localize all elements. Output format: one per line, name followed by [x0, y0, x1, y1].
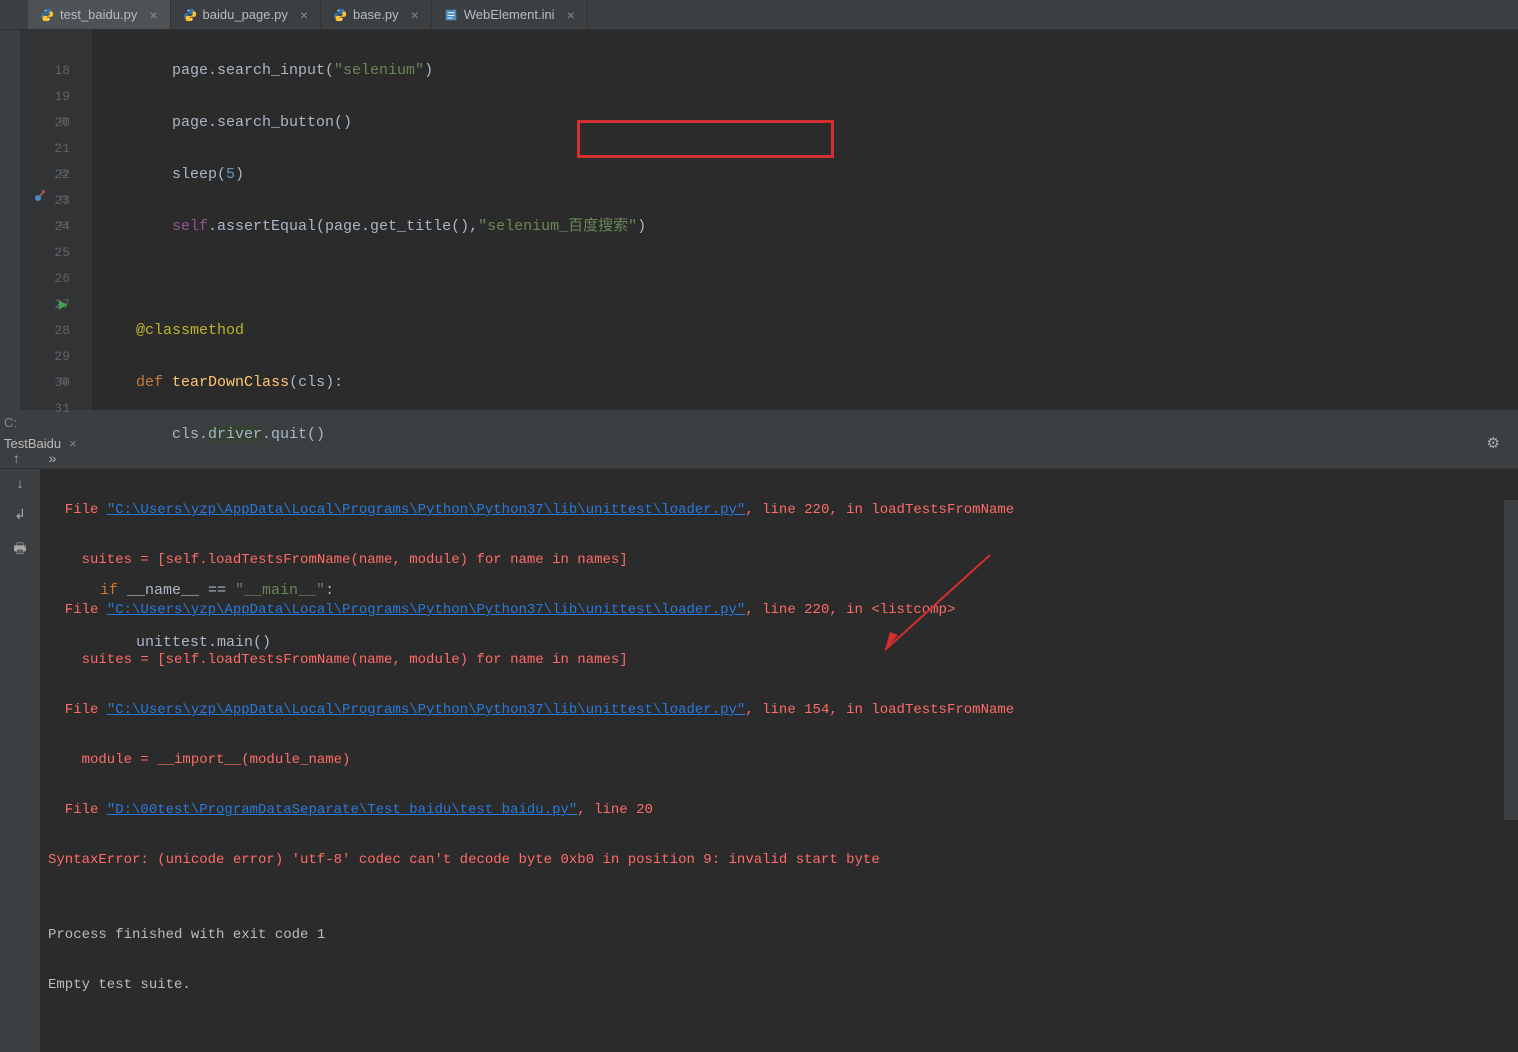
tab-test-baidu[interactable]: test_baidu.py ×	[28, 0, 171, 29]
close-icon[interactable]: ×	[300, 7, 308, 23]
tab-label: WebElement.ini	[464, 7, 555, 22]
code-line[interactable]	[100, 474, 1518, 500]
line-number: 19	[20, 84, 70, 110]
line-gutter[interactable]: 18 19 20⊟ 21 22⊟ 23⊟ 24⊟ 25 26 27▶ 28 29…	[20, 30, 92, 410]
line-number: 18	[20, 58, 70, 84]
close-icon[interactable]: ×	[567, 7, 575, 23]
code-line[interactable]: self.assertEqual(page.get_title(),"selen…	[100, 214, 1518, 240]
tab-label: test_baidu.py	[60, 7, 137, 22]
line-number	[20, 32, 70, 58]
code-line[interactable]: if __name__ == "__main__":	[100, 578, 1518, 604]
override-icon[interactable]	[34, 188, 48, 214]
close-icon[interactable]: ×	[411, 7, 419, 23]
console-line: Empty test suite.	[48, 973, 1510, 998]
python-icon	[40, 8, 54, 22]
close-icon[interactable]: ×	[149, 7, 157, 23]
line-number: 31	[20, 396, 70, 422]
editor-area: 18 19 20⊟ 21 22⊟ 23⊟ 24⊟ 25 26 27▶ 28 29…	[0, 30, 1518, 410]
line-number: 28	[20, 318, 70, 344]
editor-tabs: test_baidu.py × baidu_page.py × base.py …	[0, 0, 1518, 30]
fold-icon[interactable]: ⊟	[60, 110, 68, 136]
code-line[interactable]: def tearDownClass(cls):	[100, 370, 1518, 396]
code-line[interactable]: @classmethod	[100, 318, 1518, 344]
code-line[interactable]: cls.driver.quit()	[100, 422, 1518, 448]
tab-baidu-page[interactable]: baidu_page.py ×	[171, 0, 322, 29]
line-number: 24⊟	[20, 214, 70, 240]
up-arrow-icon[interactable]: ↑	[12, 452, 20, 468]
python-icon	[183, 8, 197, 22]
line-number: 20⊟	[20, 110, 70, 136]
line-number: 21	[20, 136, 70, 162]
tab-label: baidu_page.py	[203, 7, 288, 22]
code-line[interactable]	[100, 786, 1518, 812]
left-gutter	[0, 30, 20, 410]
print-icon[interactable]: 🖶	[13, 538, 26, 562]
code-line[interactable]	[100, 526, 1518, 552]
soft-wrap-icon[interactable]: ↲	[14, 507, 26, 524]
close-icon[interactable]: ×	[69, 436, 77, 451]
run-gutter-icon[interactable]: ▶	[59, 292, 68, 318]
fold-icon[interactable]: ⊟	[60, 188, 68, 214]
scroll-down-icon[interactable]: ↓	[16, 477, 24, 493]
line-number: 23⊟	[20, 188, 70, 214]
tab-base[interactable]: base.py ×	[321, 0, 432, 29]
more-icon[interactable]: »	[48, 452, 56, 468]
python-icon	[333, 8, 347, 22]
code-line[interactable]	[100, 682, 1518, 708]
scrollbar[interactable]	[1504, 500, 1518, 820]
ini-icon	[444, 8, 458, 22]
console-line: Process finished with exit code 1	[48, 923, 1510, 948]
line-number: 22⊟	[20, 162, 70, 188]
code-line[interactable]: sleep(5)	[100, 162, 1518, 188]
line-number: 26	[20, 266, 70, 292]
tab-label: base.py	[353, 7, 399, 22]
fold-icon[interactable]: ⊟	[60, 214, 68, 240]
code-line[interactable]: page.search_button()	[100, 110, 1518, 136]
code-line[interactable]	[100, 266, 1518, 292]
console-left-toolbar: ↓ ↲ 🖶	[0, 469, 40, 1052]
line-number: 25	[20, 240, 70, 266]
console-line: SyntaxError: (unicode error) 'utf-8' cod…	[48, 848, 1510, 873]
line-number: 29	[20, 344, 70, 370]
line-number: 27▶	[20, 292, 70, 318]
code-line[interactable]: unittest.main()	[100, 630, 1518, 656]
code-editor[interactable]: page.search_input("selenium") page.searc…	[92, 30, 1518, 410]
code-line[interactable]	[100, 734, 1518, 760]
run-tab[interactable]: TestBaidu ×	[4, 436, 77, 451]
fold-icon[interactable]: ⊟	[60, 370, 68, 396]
line-number: 30⊟	[20, 370, 70, 396]
code-line[interactable]: page.search_input("selenium")	[100, 58, 1518, 84]
tab-webelement-ini[interactable]: WebElement.ini ×	[432, 0, 588, 29]
fold-icon[interactable]: ⊟	[60, 162, 68, 188]
